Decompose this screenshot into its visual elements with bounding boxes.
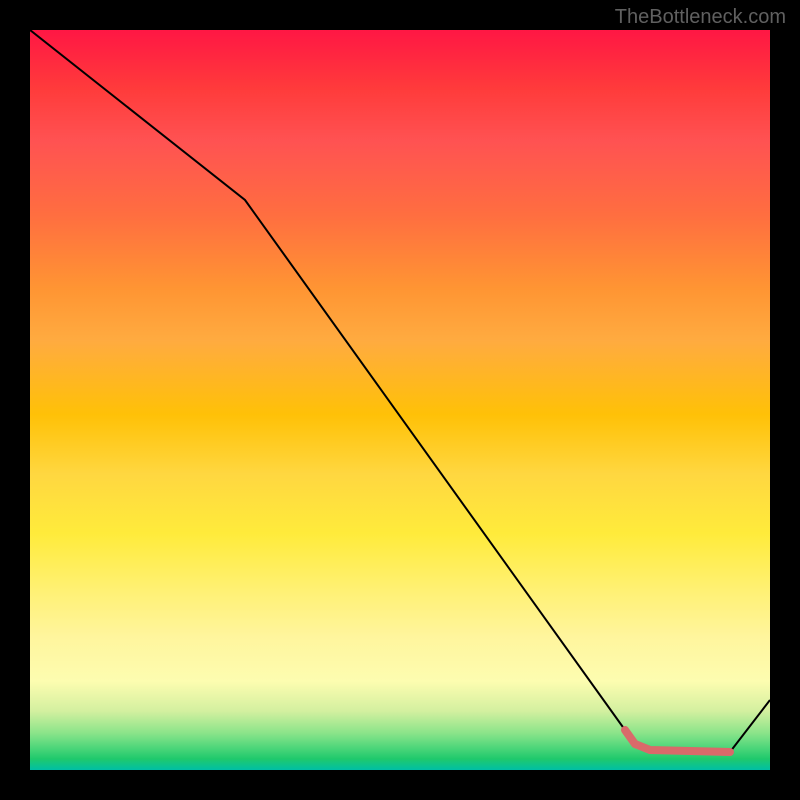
chart-svg [30,30,770,770]
bottleneck-curve-line [30,30,770,752]
watermark-text: TheBottleneck.com [615,6,786,29]
highlight-segment-line [625,730,730,752]
chart-plot-area [30,30,770,770]
